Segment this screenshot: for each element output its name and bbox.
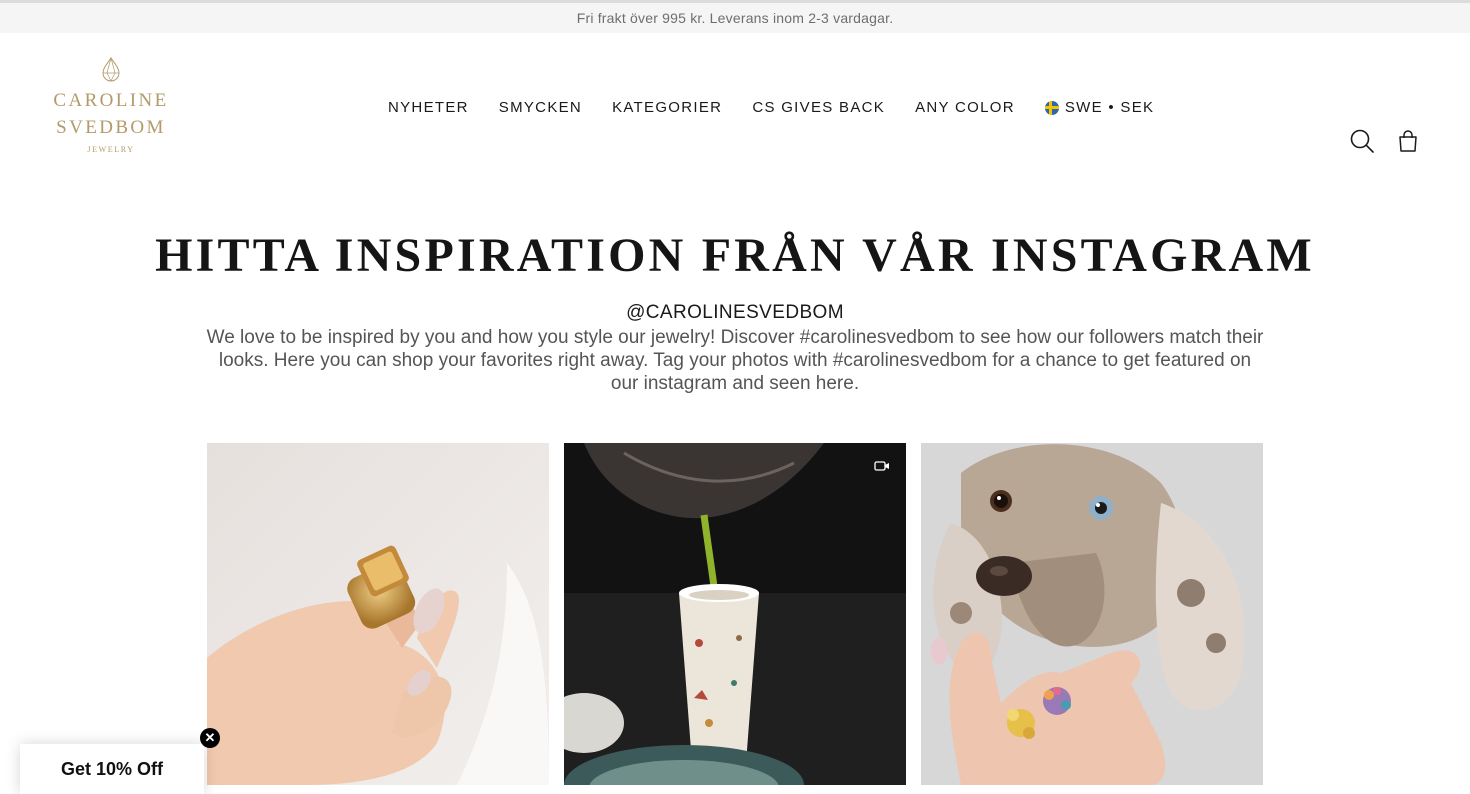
- video-camera-icon: [874, 461, 889, 471]
- nav-item-cs-gives-back[interactable]: CS GIVES BACK: [752, 99, 885, 116]
- discount-popup-label: Get 10% Off: [60, 758, 164, 779]
- brand-logo[interactable]: CAROLINE SVEDBOM JEWELRY: [50, 57, 172, 154]
- logo-line-1: CAROLINE: [53, 90, 169, 111]
- close-icon[interactable]: ✕: [200, 728, 220, 748]
- diamond-drop-icon: [102, 57, 120, 82]
- instagram-post-cup-video[interactable]: [564, 443, 906, 785]
- announcement-bar: Fri frakt över 995 kr. Leverans inom 2-3…: [0, 0, 1470, 33]
- logo-line-2: SVEDBOM: [56, 117, 166, 138]
- instagram-post-ring[interactable]: [207, 443, 549, 785]
- main-nav: NYHETER SMYCKEN KATEGORIER CS GIVES BACK…: [388, 99, 1154, 116]
- site-header: CAROLINE SVEDBOM JEWELRY NYHETER SMYCKEN…: [0, 33, 1470, 183]
- instagram-handle[interactable]: @CAROLINESVEDBOM: [0, 302, 1470, 324]
- nav-item-any-color[interactable]: ANY COLOR: [915, 99, 1015, 116]
- page-title: HITTA INSPIRATION FRÅN VÅR INSTAGRAM: [155, 229, 1315, 282]
- cup-photo: [564, 443, 906, 785]
- locale-selector[interactable]: SWE • SEK: [1044, 99, 1155, 116]
- nav-item-kategorier[interactable]: KATEGORIER: [612, 99, 722, 116]
- ring-photo: [207, 443, 549, 785]
- instagram-post-dog[interactable]: [921, 443, 1263, 785]
- locale-label: SWE • SEK: [1064, 99, 1155, 116]
- page-description: We love to be inspired by you and how yo…: [206, 327, 1264, 394]
- announcement-text: Fri frakt över 995 kr. Leverans inom 2-3…: [576, 10, 894, 26]
- nav-item-smycken[interactable]: SMYCKEN: [499, 99, 582, 116]
- logo-line-3: JEWELRY: [87, 145, 135, 154]
- discount-popup-button[interactable]: Get 10% Off: [20, 744, 204, 794]
- search-icon[interactable]: [1349, 128, 1375, 154]
- dog-photo: [921, 443, 1263, 785]
- shopping-bag-icon[interactable]: [1395, 128, 1421, 154]
- nav-item-nyheter[interactable]: NYHETER: [388, 99, 469, 116]
- sweden-flag-icon: [1044, 100, 1059, 115]
